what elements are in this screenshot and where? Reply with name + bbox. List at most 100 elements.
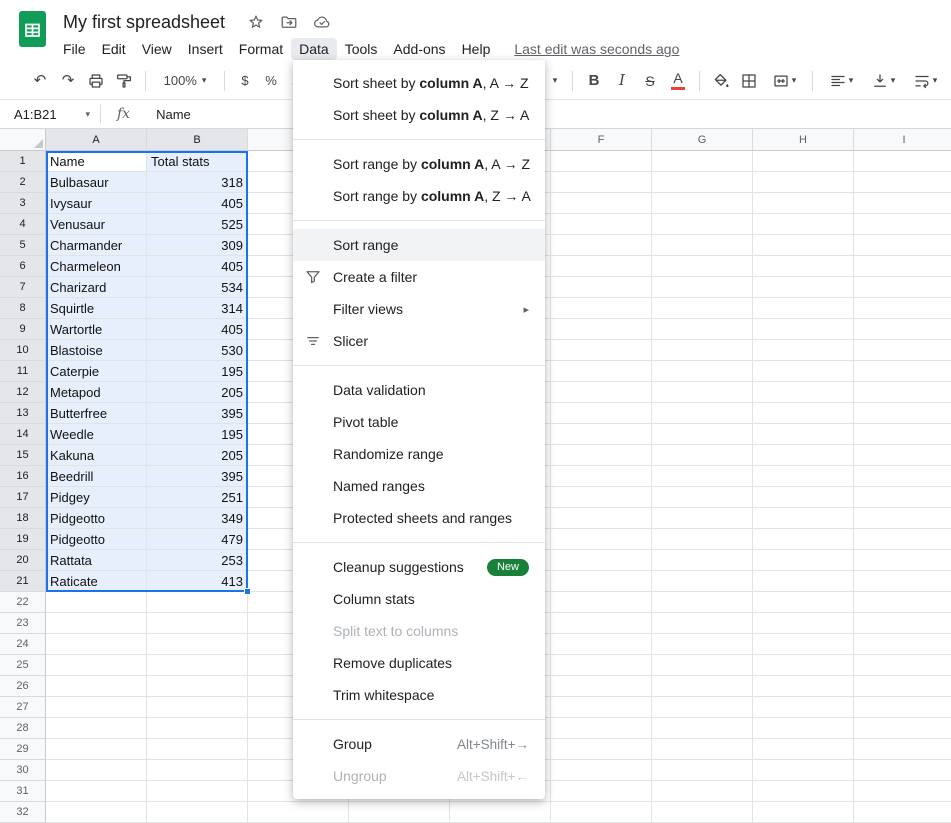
cell-F11[interactable] (551, 361, 652, 382)
cell-A7[interactable]: Charizard (46, 277, 147, 298)
cell-B3[interactable]: 405 (147, 193, 248, 214)
cell-G30[interactable] (652, 760, 753, 781)
cell-A2[interactable]: Bulbasaur (46, 172, 147, 193)
cell-F26[interactable] (551, 676, 652, 697)
cell-B7[interactable]: 534 (147, 277, 248, 298)
cell-H2[interactable] (753, 172, 854, 193)
row-header-13[interactable]: 13 (0, 403, 46, 424)
row-header-21[interactable]: 21 (0, 571, 46, 592)
cell-G28[interactable] (652, 718, 753, 739)
row-header-19[interactable]: 19 (0, 529, 46, 550)
menu-item-sort-range[interactable]: Sort range (293, 229, 545, 261)
cell-H7[interactable] (753, 277, 854, 298)
cell-I28[interactable] (854, 718, 951, 739)
cell-B27[interactable] (147, 697, 248, 718)
cell-I19[interactable] (854, 529, 951, 550)
cell-G15[interactable] (652, 445, 753, 466)
cell-H22[interactable] (753, 592, 854, 613)
column-header-B[interactable]: B (147, 129, 248, 151)
text-color-button[interactable]: A (664, 67, 692, 95)
menu-item-named-ranges[interactable]: Named ranges (293, 470, 545, 502)
cell-A12[interactable]: Metapod (46, 382, 147, 403)
cell-A29[interactable] (46, 739, 147, 760)
more-formats-dropdown[interactable]: ▾ (545, 67, 565, 95)
undo-button[interactable]: ↶ (26, 67, 54, 95)
cell-C32[interactable] (248, 802, 349, 823)
menubar-item-insert[interactable]: Insert (180, 38, 231, 60)
cell-H20[interactable] (753, 550, 854, 571)
cell-F16[interactable] (551, 466, 652, 487)
menubar-item-view[interactable]: View (134, 38, 180, 60)
cell-F15[interactable] (551, 445, 652, 466)
cell-G3[interactable] (652, 193, 753, 214)
cell-F4[interactable] (551, 214, 652, 235)
cell-G29[interactable] (652, 739, 753, 760)
merge-cells-button[interactable]: ▾ (763, 67, 805, 95)
cell-B22[interactable] (147, 592, 248, 613)
zoom-select[interactable]: 100%▾ (153, 67, 217, 95)
select-all-corner[interactable] (0, 129, 46, 151)
menu-item-sort-range-by-column-a-a-z[interactable]: Sort range by column A, A → Z (293, 148, 545, 180)
cell-H5[interactable] (753, 235, 854, 256)
cell-F32[interactable] (551, 802, 652, 823)
move-folder-icon[interactable] (280, 13, 298, 31)
menu-item-cleanup-suggestions[interactable]: Cleanup suggestionsNew (293, 551, 545, 583)
cell-G23[interactable] (652, 613, 753, 634)
cell-F30[interactable] (551, 760, 652, 781)
menubar-item-tools[interactable]: Tools (337, 38, 386, 60)
cell-B8[interactable]: 314 (147, 298, 248, 319)
row-header-32[interactable]: 32 (0, 802, 46, 823)
cell-A27[interactable] (46, 697, 147, 718)
cell-G32[interactable] (652, 802, 753, 823)
cell-I24[interactable] (854, 634, 951, 655)
row-header-14[interactable]: 14 (0, 424, 46, 445)
cell-H6[interactable] (753, 256, 854, 277)
cell-I30[interactable] (854, 760, 951, 781)
cell-H17[interactable] (753, 487, 854, 508)
cell-F7[interactable] (551, 277, 652, 298)
row-header-31[interactable]: 31 (0, 781, 46, 802)
cell-B6[interactable]: 405 (147, 256, 248, 277)
cell-A6[interactable]: Charmeleon (46, 256, 147, 277)
row-header-4[interactable]: 4 (0, 214, 46, 235)
name-box-dropdown-icon[interactable]: ▾ (85, 109, 90, 120)
cell-F1[interactable] (551, 151, 652, 172)
cell-I6[interactable] (854, 256, 951, 277)
cell-F21[interactable] (551, 571, 652, 592)
star-icon[interactable] (247, 13, 265, 31)
row-header-9[interactable]: 9 (0, 319, 46, 340)
row-header-5[interactable]: 5 (0, 235, 46, 256)
row-header-2[interactable]: 2 (0, 172, 46, 193)
cell-I15[interactable] (854, 445, 951, 466)
row-header-20[interactable]: 20 (0, 550, 46, 571)
cell-A18[interactable]: Pidgeotto (46, 508, 147, 529)
cell-H3[interactable] (753, 193, 854, 214)
cell-A31[interactable] (46, 781, 147, 802)
cell-F25[interactable] (551, 655, 652, 676)
cell-F9[interactable] (551, 319, 652, 340)
cell-A10[interactable]: Blastoise (46, 340, 147, 361)
menubar-item-format[interactable]: Format (231, 38, 291, 60)
cell-G18[interactable] (652, 508, 753, 529)
cell-B25[interactable] (147, 655, 248, 676)
cell-G10[interactable] (652, 340, 753, 361)
cell-A24[interactable] (46, 634, 147, 655)
cell-I4[interactable] (854, 214, 951, 235)
cell-G22[interactable] (652, 592, 753, 613)
row-header-3[interactable]: 3 (0, 193, 46, 214)
cell-I22[interactable] (854, 592, 951, 613)
cell-I25[interactable] (854, 655, 951, 676)
menu-item-randomize-range[interactable]: Randomize range (293, 438, 545, 470)
menubar-item-file[interactable]: File (55, 38, 94, 60)
cell-B9[interactable]: 405 (147, 319, 248, 340)
cell-F23[interactable] (551, 613, 652, 634)
row-header-24[interactable]: 24 (0, 634, 46, 655)
menu-item-sort-range-by-column-a-z-a[interactable]: Sort range by column A, Z → A (293, 180, 545, 212)
cell-A17[interactable]: Pidgey (46, 487, 147, 508)
horizontal-align-button[interactable]: ▾ (820, 67, 862, 95)
cell-B32[interactable] (147, 802, 248, 823)
cell-G1[interactable] (652, 151, 753, 172)
cell-B21[interactable]: 413 (147, 571, 248, 592)
cell-G11[interactable] (652, 361, 753, 382)
cell-H24[interactable] (753, 634, 854, 655)
